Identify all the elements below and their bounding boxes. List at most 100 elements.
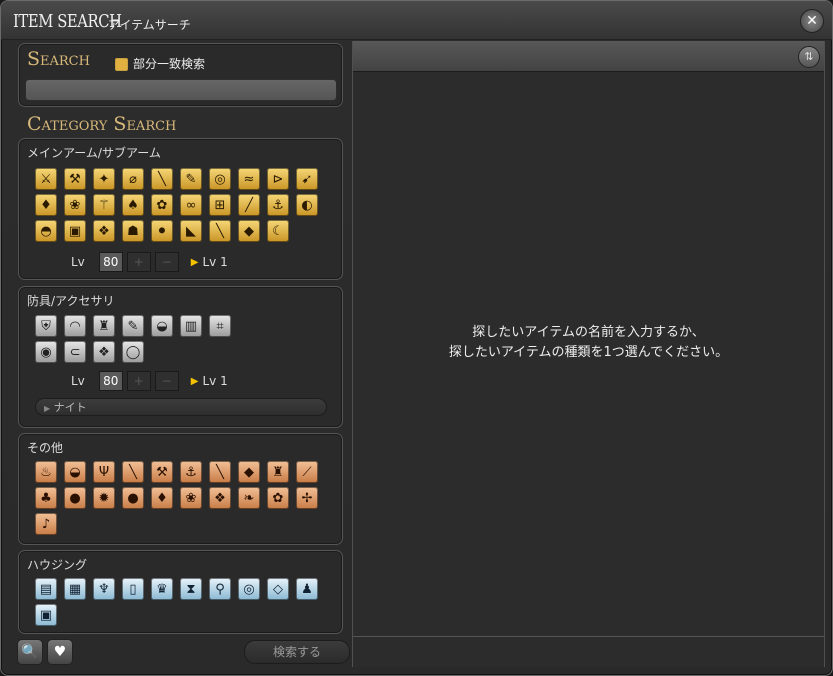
housing-category-icon[interactable]: ♆ (93, 578, 115, 600)
armor-category-icon[interactable]: ⌗ (209, 315, 231, 337)
housing-category-icon[interactable]: ◎ (238, 578, 260, 600)
level-plus-button[interactable]: + (126, 371, 151, 391)
weapons-category-icon[interactable]: ∞ (180, 194, 202, 216)
other-category-icon[interactable]: Ψ (93, 461, 115, 483)
other-category-icon[interactable]: ♣ (35, 487, 57, 509)
armor-category-icon[interactable]: ♜ (93, 315, 115, 337)
housing-category-icon[interactable]: ⧗ (180, 578, 202, 600)
partial-match-label: 部分一致検索 (133, 57, 206, 71)
other-category-icon[interactable]: ♦ (151, 487, 173, 509)
housing-category-icon[interactable]: ◇ (267, 578, 289, 600)
armor-category-icon[interactable]: ◒ (151, 315, 173, 337)
other-category-icon[interactable]: ✢ (296, 487, 318, 509)
weapons-category-icon[interactable]: ☾ (267, 220, 289, 242)
window-subtitle: アイテムサーチ (108, 18, 191, 32)
armor-category-icon[interactable]: ◉ (35, 341, 57, 363)
weapons-category-icon[interactable]: ❖ (93, 220, 115, 242)
weapons-category-icon[interactable]: ⚚ (93, 194, 115, 216)
other-category-icon[interactable]: ❧ (238, 487, 260, 509)
weapons-category-icon[interactable]: ◆ (238, 220, 260, 242)
weapons-category-icon[interactable]: ▣ (64, 220, 86, 242)
armor-category-icon[interactable]: ◯ (122, 341, 144, 363)
weapons-category-icon[interactable]: ✦ (93, 168, 115, 190)
other-category-icon[interactable]: ♨ (35, 461, 57, 483)
other-category-icon[interactable]: ● (64, 487, 86, 509)
other-category-icon[interactable]: ⚒ (151, 461, 173, 483)
other-category-icon[interactable]: ♪ (35, 513, 57, 535)
level-input[interactable]: 80 (98, 371, 123, 391)
armor-category-icon[interactable]: ✎ (122, 315, 144, 337)
weapons-category-icon[interactable]: ≈ (238, 168, 260, 190)
housing-panel: ハウジング ▤ ▦ ♆ ▯ ♛ ⧗ ⚲ ◎ ◇ ♟ ▣ (18, 550, 343, 634)
sort-icon[interactable]: ⇅ (798, 46, 820, 68)
chevron-right-icon: ▶ (44, 404, 51, 413)
weapons-category-icon[interactable]: ♦ (35, 194, 57, 216)
level-plus-button[interactable]: + (126, 252, 151, 272)
job-select[interactable]: ▶ ナイト (35, 398, 327, 416)
weapons-icon-grid: ⚔ ⚒ ✦ ⌀ ╲ ✎ ◎ ≈ ⊳ ➹ ♦ ❀ ⚚ ♠ ✿ ∞ ⊞ ╱ ⚓ ◐ ◓ ▣ ❖ ☗ ⚫ ◣ ╲ ◆ ☾ (35, 168, 318, 242)
weapons-category-icon[interactable]: ⚒ (64, 168, 86, 190)
armor-category-icon[interactable]: ⛨ (35, 315, 57, 337)
other-category-icon[interactable]: ⟋ (296, 461, 318, 483)
housing-category-icon[interactable]: ▣ (35, 604, 57, 626)
level-minus-button[interactable]: − (154, 252, 179, 272)
weapons-category-icon[interactable]: ⌀ (122, 168, 144, 190)
title-bar[interactable]: ITEM SEARCH アイテムサーチ ✕ (1, 1, 832, 40)
level-minus-button[interactable]: − (154, 371, 179, 391)
favorites-button[interactable]: ♥ (47, 639, 73, 665)
results-pane: ⇅ 探したいアイテムの名前を入力するか、 探したいアイテムの種類を1つ選んでくだ… (352, 41, 825, 667)
armor-category-icon[interactable]: ⊂ (64, 341, 86, 363)
weapons-category-icon[interactable]: ⚫ (151, 220, 173, 242)
weapons-category-icon[interactable]: ╲ (151, 168, 173, 190)
weapons-category-icon[interactable]: ⊳ (267, 168, 289, 190)
armor-level-row: Lv 80 + − ▶ Lv 1 (71, 371, 228, 391)
weapons-category-icon[interactable]: ◐ (296, 194, 318, 216)
lv-label: Lv (71, 374, 85, 388)
other-category-icon[interactable]: ╲ (209, 461, 231, 483)
weapons-category-icon[interactable]: ♠ (122, 194, 144, 216)
armor-icon-grid: ⛨ ◠ ♜ ✎ ◒ ▥ ⌗ ◉ ⊂ ❖ ◯ (35, 315, 231, 363)
other-category-icon[interactable]: ◒ (64, 461, 86, 483)
weapons-category-icon[interactable]: ╲ (209, 220, 231, 242)
weapons-category-icon[interactable]: ⊞ (209, 194, 231, 216)
armor-category-icon[interactable]: ▥ (180, 315, 202, 337)
housing-category-icon[interactable]: ▤ (35, 578, 57, 600)
other-category-icon[interactable]: ⚓ (180, 461, 202, 483)
search-history-button[interactable]: 🔍 (17, 639, 43, 665)
weapons-category-icon[interactable]: ⚔ (35, 168, 57, 190)
housing-category-icon[interactable]: ♛ (151, 578, 173, 600)
weapons-category-icon[interactable]: ◣ (180, 220, 202, 242)
weapons-category-icon[interactable]: ✿ (151, 194, 173, 216)
housing-category-icon[interactable]: ▯ (122, 578, 144, 600)
weapons-category-icon[interactable]: ✎ (180, 168, 202, 190)
other-category-icon[interactable]: ♜ (267, 461, 289, 483)
level-input[interactable]: 80 (98, 252, 123, 272)
weapons-category-icon[interactable]: ╱ (238, 194, 260, 216)
weapons-category-icon[interactable]: ◎ (209, 168, 231, 190)
other-category-icon[interactable]: ◆ (238, 461, 260, 483)
other-panel: その他 ♨ ◒ Ψ ╲ ⚒ ⚓ ╲ ◆ ♜ ⟋ ♣ ● ✹ ● ♦ ❀ ❖ ❧ ✿ ✢ ♪ (18, 433, 343, 545)
weapons-category-icon[interactable]: ⚓ (267, 194, 289, 216)
other-category-icon[interactable]: ● (122, 487, 144, 509)
weapons-label: メインアーム/サブアーム (27, 146, 161, 160)
partial-match-checkbox[interactable] (115, 58, 128, 71)
other-category-icon[interactable]: ❖ (209, 487, 231, 509)
housing-category-icon[interactable]: ♟ (296, 578, 318, 600)
armor-category-icon[interactable]: ◠ (64, 315, 86, 337)
weapons-category-icon[interactable]: ➹ (296, 168, 318, 190)
search-input[interactable] (25, 79, 337, 101)
weapons-category-icon[interactable]: ❀ (64, 194, 86, 216)
other-category-icon[interactable]: ❀ (180, 487, 202, 509)
close-icon[interactable]: ✕ (800, 9, 824, 33)
weapons-category-icon[interactable]: ◓ (35, 220, 57, 242)
search-button[interactable]: 検索する (244, 640, 350, 664)
other-category-icon[interactable]: ✹ (93, 487, 115, 509)
housing-category-icon[interactable]: ⚲ (209, 578, 231, 600)
housing-category-icon[interactable]: ▦ (64, 578, 86, 600)
other-category-icon[interactable]: ╲ (122, 461, 144, 483)
weapons-category-icon[interactable]: ☗ (122, 220, 144, 242)
heart-icon: ♥ (53, 644, 67, 660)
other-category-icon[interactable]: ✿ (267, 487, 289, 509)
armor-category-icon[interactable]: ❖ (93, 341, 115, 363)
lv-label: Lv (71, 255, 85, 269)
